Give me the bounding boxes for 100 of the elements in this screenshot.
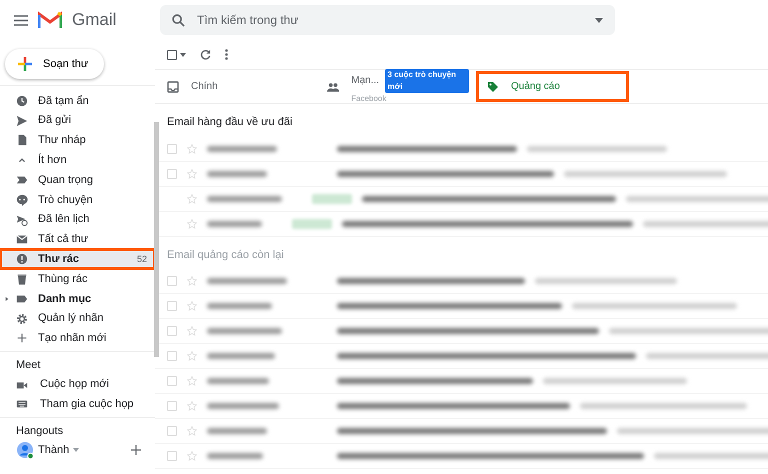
star-icon[interactable] [187,401,197,411]
row-checkbox[interactable] [167,376,177,386]
plus-icon [16,332,28,344]
exclamation-icon [16,253,28,266]
star-icon[interactable] [187,144,197,154]
star-icon[interactable] [187,426,197,436]
blurred-sender[interactable] [207,453,263,459]
user-name[interactable]: Thành [38,442,70,458]
blurred-subject[interactable] [337,303,562,309]
row-checkbox[interactable] [167,426,177,436]
expand-arrow-icon[interactable] [5,296,9,302]
row-checkbox[interactable] [167,326,177,336]
logo-icon [38,11,62,29]
app-name: Gmail [72,9,116,32]
compose-button[interactable]: Soạn thư [5,49,104,79]
row-checkbox[interactable] [167,351,177,361]
search-icon[interactable] [172,14,185,26]
inbox-icon [167,80,179,92]
blurred-subject[interactable] [342,220,633,226]
star-icon[interactable] [187,376,197,386]
select-checkbox[interactable] [167,50,177,60]
avatar-icon[interactable] [16,441,34,460]
blurred-sender[interactable] [207,403,279,409]
row-checkbox[interactable] [167,451,177,461]
sidebar-item[interactable]: Ít hơn [0,150,155,170]
star-icon[interactable] [187,194,197,204]
blurred-subject[interactable] [337,428,607,434]
category-tab[interactable]: Quảng cáo [475,70,630,103]
sidebar-item[interactable]: Trò chuyện [0,190,155,210]
blurred-subject[interactable] [337,453,644,459]
mail-icon [16,233,28,246]
sidebar-item[interactable]: Danh mục [0,288,155,309]
blurred-sender[interactable] [207,196,282,202]
star-icon[interactable] [187,301,197,311]
star-icon[interactable] [187,276,197,286]
sidebar-item[interactable]: Đã gửi [0,110,155,131]
sidebar-item[interactable]: Đã tạm ẩn [0,91,155,111]
star-icon[interactable] [187,326,197,336]
star-icon[interactable] [187,451,197,461]
sidebar-item[interactable]: Thư nháp [0,130,155,150]
sidebar-item[interactable]: Quản lý nhãn [0,308,155,329]
sidebar-item[interactable]: Đã lên lịch [0,210,155,230]
search-field[interactable]: Tìm kiếm trong thư [195,10,585,30]
section-title: Meet [0,351,155,375]
sidebar-label: Danh mục [38,292,92,307]
keyboard-icon [16,398,28,410]
sidebar-item[interactable]: Tham gia cuộc họp [0,394,155,414]
label-marker-icon [16,174,28,186]
blurred-subject[interactable] [337,278,525,284]
row-checkbox[interactable] [167,301,177,311]
sidebar-item[interactable]: Quan trọng [0,170,155,190]
row-checkbox[interactable] [167,168,177,178]
sidebar-item[interactable]: Tạo nhãn mới [0,328,155,348]
blurred-sender[interactable] [207,428,267,434]
blurred-sender[interactable] [207,328,282,334]
menu-icon[interactable] [14,14,28,26]
blurred-sender[interactable] [207,170,267,176]
more-icon[interactable] [224,49,228,60]
category-tab[interactable]: Mạn... 3 cuộc trò chuyện mới Facebook [315,70,475,103]
sidebar-item[interactable]: Thư rác 52 [0,249,155,270]
star-icon[interactable] [187,218,197,228]
sidebar-label: Ít hơn [38,152,67,168]
blurred-label [312,194,352,204]
blurred-subject[interactable] [337,146,517,152]
sidebar-item[interactable]: Tất cả thư [0,230,155,250]
tab-subtitle: Facebook [351,92,388,104]
row-checkbox[interactable] [167,144,177,154]
row-checkbox[interactable] [167,401,177,411]
star-icon[interactable] [187,168,197,178]
refresh-icon[interactable] [200,49,211,60]
blurred-subject[interactable] [337,378,533,384]
sidebar-item[interactable]: Thùng rác [0,269,155,289]
plus-icon [17,56,33,72]
scheduled-send-icon [16,214,28,226]
blurred-subject[interactable] [337,353,636,359]
blurred-label [292,218,332,228]
blurred-sender[interactable] [207,278,287,284]
label-icon [16,292,28,305]
blurred-sender[interactable] [207,378,269,384]
caret-icon[interactable] [73,448,80,452]
blurred-sender[interactable] [207,303,272,309]
blurred-subject[interactable] [337,170,554,176]
document-icon [16,134,28,146]
search-bar[interactable]: Tìm kiếm trong thư [160,5,615,35]
category-tab[interactable]: Chính [155,70,315,103]
blurred-subject[interactable] [362,196,616,202]
star-icon[interactable] [187,351,197,361]
blurred-sender[interactable] [207,220,262,226]
blurred-sender[interactable] [207,146,277,152]
sidebar-item[interactable]: Cuộc họp mới [0,374,155,394]
section-title: Hangouts [0,416,155,440]
caret-icon[interactable] [595,18,603,22]
row-checkbox[interactable] [167,276,177,286]
blurred-subject[interactable] [337,403,570,409]
blurred-subject[interactable] [337,328,599,334]
caret-icon[interactable] [180,52,186,56]
sidebar-label: Đã gửi [38,113,72,128]
blurred-sender[interactable] [207,353,275,359]
sidebar-label: Thư nháp [38,133,86,148]
plus-icon[interactable] [131,445,141,456]
